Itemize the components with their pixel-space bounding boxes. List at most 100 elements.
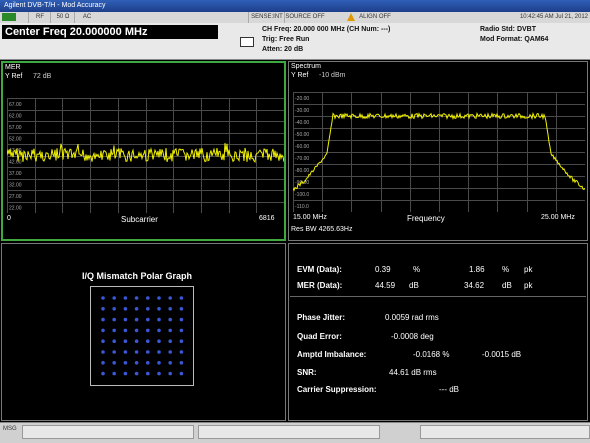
iq-point: [179, 361, 184, 365]
iq-point: [134, 307, 139, 311]
mer-data-label: MER (Data):: [297, 281, 343, 290]
iq-point: [168, 339, 172, 343]
iq-constellation-points: [101, 296, 184, 376]
results-panel[interactable]: EVM (Data): 0.39 % 1.86 % pk MER (Data):…: [288, 243, 588, 421]
spectrum-panel[interactable]: Spectrum Y Ref -10 dBm -20.00 -30.00 -40.0…: [288, 61, 588, 241]
mer-trace: [7, 142, 284, 163]
y-tick-label: -20.00: [295, 96, 309, 102]
iq-point: [168, 371, 172, 376]
evm-pk-value: 1.86: [469, 265, 485, 274]
quad-error-label: Quad Error:: [297, 332, 342, 341]
iq-point: [146, 371, 150, 376]
iq-point: [157, 350, 161, 354]
iq-point: [112, 339, 116, 343]
message-bar: MSG: [0, 422, 590, 443]
evm-rms-unit: %: [413, 265, 421, 274]
iq-point: [168, 307, 172, 311]
amptd-imbalance-label: Amptd Imbalance:: [297, 350, 367, 359]
ch-freq: CH Freq: 20.000 000 MHz (CH Num: ---): [262, 26, 391, 33]
y-tick-label: -30.00: [295, 108, 309, 114]
mer-rms-unit: dB: [409, 281, 419, 290]
spectrum-yref-value: -10 dBm: [319, 72, 346, 79]
y-tick-label: 62.00: [9, 113, 22, 119]
status-coupling[interactable]: AC: [74, 12, 99, 23]
spectrum-title: Spectrum: [291, 63, 321, 70]
iq-point: [146, 361, 150, 365]
trig-mode: Trig: Free Run: [262, 36, 310, 43]
iq-point: [157, 307, 161, 311]
iq-point: [146, 350, 150, 354]
y-tick-label: 32.00: [9, 182, 22, 188]
status-rf[interactable]: RF: [28, 12, 51, 23]
iq-point: [123, 317, 128, 322]
phase-jitter-value: 0.0059 rad rms: [385, 313, 439, 322]
iq-point: [157, 328, 161, 333]
mer-pk-unit: dB: [502, 281, 512, 290]
status-align[interactable]: ALIGN OFF: [356, 12, 394, 23]
phase-jitter-label: Phase Jitter:: [297, 313, 346, 322]
y-tick-label: -80.00: [295, 168, 309, 174]
y-tick-label: -40.00: [295, 120, 309, 126]
iq-point: [168, 361, 172, 365]
iq-graph-border: [90, 286, 194, 386]
iq-point: [146, 339, 150, 343]
screen-icon[interactable]: [240, 37, 254, 47]
evm-pk-suffix: pk: [524, 265, 533, 274]
iq-point: [168, 328, 172, 333]
status-impedance[interactable]: 50 Ω: [50, 12, 75, 23]
y-tick-label: -60.00: [295, 144, 309, 150]
status-source[interactable]: SOURCE OFF: [284, 12, 325, 23]
iq-point: [179, 328, 184, 333]
y-tick-label: 37.00: [9, 171, 22, 177]
status-sense[interactable]: SENSE:INT: [248, 12, 285, 23]
iq-point: [157, 339, 161, 343]
iq-point: [101, 307, 105, 311]
mer-x-end: 6816: [259, 215, 275, 222]
mer-graph: 67.0062.0057.0052.0047.0042.0037.0032.00…: [7, 98, 284, 213]
y-tick-label: -70.00: [295, 156, 309, 162]
center-freq-display[interactable]: Center Freq 20.000000 MHz: [2, 25, 218, 39]
y-tick-label: 22.00: [9, 205, 22, 211]
iq-mismatch-panel[interactable]: I/Q Mismatch Polar Graph: [1, 243, 286, 421]
iq-point: [134, 350, 139, 354]
iq-point: [157, 361, 161, 365]
y-tick-label: -100.0: [295, 192, 309, 198]
iq-point: [112, 296, 116, 300]
iq-point: [112, 361, 116, 365]
msg-label: MSG: [3, 426, 17, 432]
spectrum-xlabel: Frequency: [407, 214, 445, 223]
mer-pk-suffix: pk: [524, 281, 533, 290]
msg-aux-field[interactable]: [420, 425, 590, 439]
iq-point: [179, 371, 184, 376]
iq-point: [146, 317, 150, 322]
iq-point: [168, 350, 172, 354]
iq-point: [134, 361, 139, 365]
mer-x-start: 0: [7, 215, 11, 222]
iq-point: [146, 307, 150, 311]
carrier-suppression-value: --- dB: [439, 385, 459, 394]
iq-point: [101, 350, 105, 354]
msg-field[interactable]: [22, 425, 194, 439]
carrier-suppression-label: Carrier Suppression:: [297, 385, 377, 394]
spectrum-x-start: 15.00 MHz: [293, 214, 327, 221]
snr-value: 44.61 dB rms: [389, 368, 437, 377]
mer-panel[interactable]: MER Y Ref 72 dB 67.00 62.00 57.00 52.00 47.0…: [1, 61, 286, 241]
iq-point: [134, 296, 139, 300]
mer-xlabel: Subcarrier: [121, 215, 158, 224]
iq-point: [123, 371, 128, 376]
spectrum-x-end: 25.00 MHz: [541, 214, 575, 221]
spectrum-graph: -20.00 -30.00 -40.00 -50.00 -60.00 -70.00 -80.…: [293, 92, 585, 212]
evm-rms-value: 0.39: [375, 265, 391, 274]
mer-rms-value: 44.59: [375, 281, 396, 290]
mer-pk-value: 34.62: [464, 281, 485, 290]
y-tick-label: 42.00: [9, 159, 22, 165]
spectrum-grid: [293, 92, 585, 212]
iq-point: [101, 361, 105, 365]
msg-status-field[interactable]: [198, 425, 380, 439]
measurement-header: Center Freq 20.000000 MHz CH Freq: 20.00…: [0, 23, 590, 60]
quad-error-value: -0.0008 deg: [391, 332, 434, 341]
mer-yref-label: Y Ref: [5, 73, 23, 80]
iq-point: [157, 371, 161, 376]
spectrum-res-bw: Res BW 4265.63Hz: [291, 226, 353, 233]
iq-point: [112, 371, 116, 376]
